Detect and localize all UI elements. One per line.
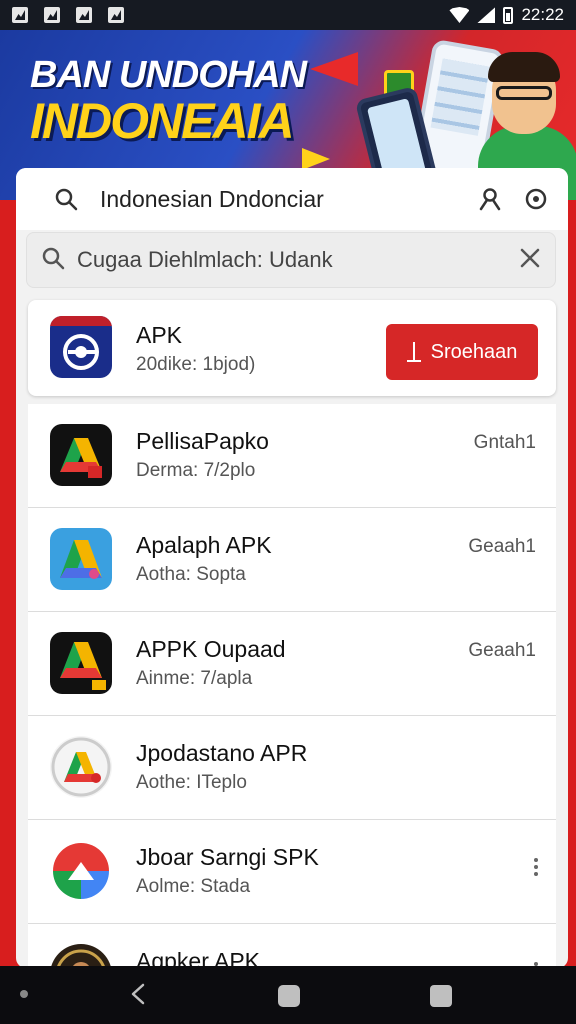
app-icon	[50, 528, 112, 590]
list-item[interactable]: Jpodastano APR Aothe: ITeplo	[28, 716, 556, 820]
search-icon	[41, 246, 65, 275]
back-icon[interactable]	[128, 983, 150, 1005]
nav-indicator-icon	[20, 990, 28, 998]
navigation-bar	[0, 966, 576, 1024]
battery-icon	[503, 6, 514, 24]
app-name: Jboar Sarngi SPK	[136, 844, 319, 870]
app-subtitle: Aotha: Sopta	[136, 564, 246, 585]
app-name: Apalaph APK	[136, 532, 272, 558]
wifi-icon	[449, 7, 470, 23]
featured-app-subtitle: 20dike: 1bjod)	[136, 354, 256, 375]
mail-icon	[44, 7, 60, 23]
signal-icon	[477, 7, 496, 23]
glasses-illustration	[496, 86, 552, 100]
account-icon[interactable]	[476, 185, 504, 213]
list-item[interactable]: Jboar Sarngi SPK Aolme: Stada	[28, 820, 556, 924]
clock: 22:22	[521, 5, 564, 24]
status-bar: 22:22	[0, 0, 576, 30]
top-bar: Indonesian Dndonciar	[16, 168, 568, 230]
notification-icon	[12, 7, 28, 23]
search-icon[interactable]	[52, 185, 80, 213]
get-action[interactable]: Gntah1	[474, 432, 536, 454]
app-name: APPK Oupaad	[136, 636, 286, 662]
settings-icon[interactable]	[522, 185, 550, 213]
image-icon	[76, 7, 92, 23]
system-icons: 22:22	[449, 5, 564, 25]
recent-apps-icon[interactable]	[430, 985, 452, 1007]
notification-icons	[12, 7, 124, 23]
gallery-icon	[108, 7, 124, 23]
app-name: Jpodastano APR	[136, 740, 308, 766]
app-subtitle: Aolme: Stada	[136, 876, 251, 897]
app-name: Agpker APK	[136, 948, 261, 968]
app-subtitle: Derma: 7/2plo	[136, 460, 256, 481]
get-action[interactable]: Geaah1	[468, 640, 536, 662]
featured-app-card[interactable]: APK 20dike: 1bjod) Sroehaan	[28, 300, 556, 396]
get-action[interactable]: Geaah1	[468, 536, 536, 558]
featured-app-icon	[50, 316, 112, 378]
app-subtitle: Aothe: ITeplo	[136, 772, 247, 793]
page-title: Indonesian Dndonciar	[100, 185, 324, 212]
download-button-label: Sroehaan	[430, 340, 518, 363]
app-name: PellisaPapko	[136, 428, 269, 454]
list-item[interactable]: PellisaPapko Derma: 7/2plo Gntah1	[28, 404, 556, 508]
app-icon	[50, 944, 112, 968]
banner-subheadline: INDONEAIA	[30, 93, 295, 149]
app-icon	[50, 632, 112, 694]
download-icon	[406, 342, 421, 362]
home-icon[interactable]	[278, 985, 300, 1007]
app-icon	[50, 424, 112, 486]
clear-search-icon[interactable]	[519, 247, 541, 274]
featured-app-name: APK	[136, 322, 183, 348]
search-input[interactable]: Cugaa Diehlmlach: Udank	[26, 232, 556, 288]
store-card: Indonesian Dndonciar Cugaa Diehlmlach: U…	[16, 168, 568, 968]
download-button[interactable]: Sroehaan	[386, 324, 538, 380]
list-item[interactable]: APPK Oupaad Ainme: 7/apla Geaah1	[28, 612, 556, 716]
app-list: PellisaPapko Derma: 7/2plo Gntah1 Apalap…	[28, 404, 556, 968]
banner-arrow-decoration	[302, 148, 330, 170]
app-icon	[50, 840, 112, 902]
more-options-icon[interactable]	[534, 858, 538, 876]
banner-arrow-decoration	[310, 52, 358, 86]
search-query: Cugaa Diehlmlach: Udank	[77, 247, 333, 272]
list-item[interactable]: Agpker APK	[28, 924, 556, 968]
app-subtitle: Ainme: 7/apla	[136, 668, 253, 689]
person-hair-illustration	[488, 52, 560, 82]
banner-headline: BAN UNDOHAN	[30, 54, 307, 96]
list-item[interactable]: Apalaph APK Aotha: Sopta Geaah1	[28, 508, 556, 612]
app-icon	[50, 736, 112, 798]
